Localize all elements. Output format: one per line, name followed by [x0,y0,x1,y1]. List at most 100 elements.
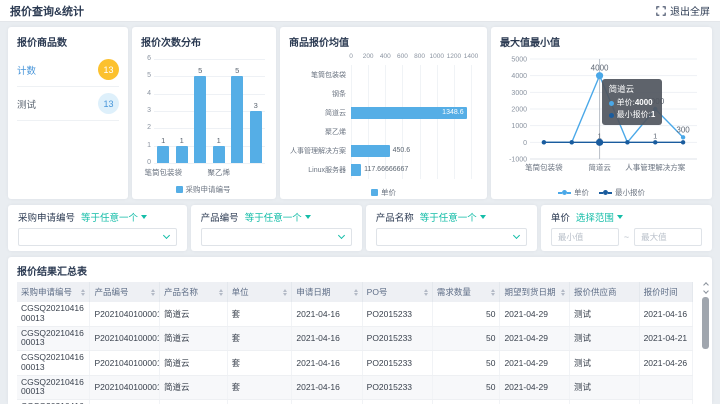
table-row[interactable]: CGSQ2021041600013P2021040100001简道云套2021-… [17,375,694,401]
column-header[interactable]: 采购申请编号 [17,282,91,302]
category-label: 聚乙烯 [325,129,346,136]
data-point [680,140,686,145]
filter-condition-dropdown[interactable]: 等于任意一个 [420,210,486,224]
table-row[interactable]: CGSQ2021041600013P2021040100001简道云套2021-… [17,302,694,327]
filter-condition-dropdown[interactable]: 选择范围 [576,210,623,224]
gridline [154,59,265,60]
table-scrollbar[interactable] [701,281,710,402]
column-header[interactable]: 需求数量 [432,282,501,302]
exit-fullscreen-button[interactable]: 退出全屏 [656,3,710,18]
tooltip-text: 单价:4000 [616,98,653,107]
cell: 套 [227,375,293,401]
sort-icon[interactable] [561,288,566,296]
cell: 套 [227,350,293,376]
column-header[interactable]: PO号 [362,282,433,302]
x-axis-tick: 笔筒包装袋 [525,162,563,172]
gridline [368,65,370,179]
caret-down-icon [304,215,311,219]
x-axis-tick: 笔筒包装袋 [144,168,183,177]
column-header-label: 申请日期 [296,287,331,297]
bar[interactable] [212,145,225,163]
bar-value-label: 1 [161,135,166,145]
legend-item[interactable]: 单价 [558,187,589,198]
min-value-input[interactable] [550,228,619,246]
column-header-label: 采购申请编号 [21,287,73,297]
category-label: 人事管理解决方案 [290,148,346,155]
filter-purchase-request-no: 采购申请编号 等于任意一个 [8,205,187,251]
column-header[interactable]: 申请日期 [291,282,363,302]
sort-icon[interactable] [283,288,288,296]
cell: 2021-04-16 [291,399,363,404]
cell: CGSQ2021041600013 [17,350,91,376]
range-separator: ~ [623,232,630,242]
max-value-input[interactable] [634,228,702,246]
table-title: 报价结果汇总表 [17,267,87,278]
cell: 简道云 [159,302,228,327]
scroll-down-icon[interactable] [702,288,709,294]
point-label: 1 [597,131,601,140]
legend-item[interactable]: 单价 [371,187,396,198]
bar[interactable] [351,144,390,157]
legend-label: 单价 [381,188,396,197]
cell: 2021-04-29 [499,326,571,352]
legend-item[interactable]: 最小报价 [599,187,645,198]
sort-icon[interactable] [151,288,156,296]
kpi-row-test[interactable]: 测试 13 [17,87,119,121]
column-header-label: 需求数量 [436,287,471,297]
cell [639,399,694,404]
sort-icon[interactable] [218,288,223,296]
gridline [419,65,421,179]
cell: 简道云 [159,375,228,401]
sort-icon[interactable] [353,288,358,296]
chart-tooltip: 简道云 单价:4000 最小报价:1 [601,79,663,125]
cell: 50 [432,302,501,327]
bar[interactable] [249,111,262,163]
table-row[interactable]: CGSQ2021041600013P2021040100001简道云套2021-… [17,350,694,376]
gridline [471,65,472,179]
filter-condition-dropdown[interactable]: 等于任意一个 [81,210,148,224]
scrollbar-thumb[interactable] [702,297,709,349]
bar[interactable] [194,76,207,163]
column-header[interactable]: 产品编号 [89,282,161,302]
filter-product-name: 产品名称 等于任意一个 [365,205,537,251]
column-header-label: 产品名称 [164,287,199,297]
cell: 简道云 [159,399,228,404]
product-name-select[interactable] [375,228,527,246]
y-axis-tick: 0 [147,159,151,166]
filter-condition-dropdown[interactable]: 等于任意一个 [245,210,311,224]
kpi-row-count[interactable]: 计数 13 [17,53,119,87]
charts-row: 报价商品数 计数 13 测试 13 报价次数分布 0 1 2 3 4 5 6 1 1 5 1 5 3 笔筒… [8,27,712,199]
page-title: 报价查询&统计 [10,5,84,18]
legend-marker-icon [175,186,183,193]
legend-item[interactable]: 采购申请编号 [175,184,231,195]
dashboard-content: 报价商品数 计数 13 测试 13 报价次数分布 0 1 2 3 4 5 6 1 1 5 1 5 3 笔筒… [0,22,720,404]
bar-value-label: 1 [216,135,221,145]
category-label: Linux服务器 [308,167,346,174]
bar[interactable] [351,163,362,176]
cell: 简道云 [159,326,228,352]
cell: P2021040100001 [89,375,161,401]
column-header[interactable]: 单位 [227,282,293,302]
sort-icon[interactable] [491,288,496,296]
bar[interactable] [231,76,244,163]
cell: CGSQ2021041600013 [17,399,91,404]
table-row[interactable]: CGSQ2021041600013P2021040100001简道云套2021-… [17,399,694,404]
product-no-select[interactable] [200,228,352,246]
cell: 2021-04-29 [499,302,571,327]
panel-title: 最大值最小值 [500,38,560,49]
column-header-label: 产品编号 [94,287,129,297]
column-header[interactable]: 产品名称 [159,282,228,302]
bar[interactable] [175,145,188,163]
column-header-label: 报价时间 [643,287,678,297]
cell: 2021-04-29 [499,399,571,404]
sort-icon[interactable] [81,288,86,296]
table-row[interactable]: CGSQ2021041600013P2021040100001简道云套2021-… [17,326,694,352]
purchase-request-no-select[interactable] [18,228,177,246]
column-header[interactable]: 期望到货日期 [499,282,571,302]
cell: 2021-04-16 [291,326,363,352]
sort-icon[interactable] [423,288,428,296]
kpi-value-badge: 13 [98,93,119,114]
bar[interactable] [157,145,170,163]
filter-label: 产品编号 [200,213,239,224]
cell: 套 [227,326,293,352]
